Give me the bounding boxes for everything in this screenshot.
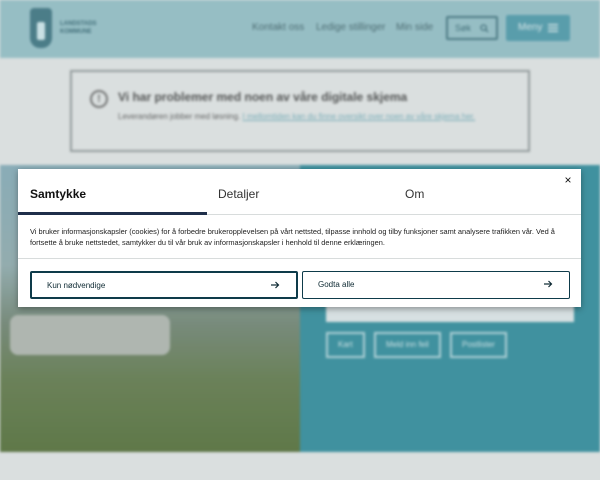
tab-about[interactable]: Om	[405, 187, 424, 201]
necessary-only-button[interactable]: Kun nødvendige	[30, 271, 298, 299]
consent-tabs: Samtykke Detaljer Om	[18, 169, 581, 215]
arrow-right-icon	[544, 280, 553, 288]
arrow-right-icon	[271, 281, 280, 289]
close-icon[interactable]: ×	[561, 173, 575, 187]
consent-description: Vi bruker informasjonskapsler (cookies) …	[30, 227, 555, 247]
divider	[18, 258, 581, 259]
tab-details[interactable]: Detaljer	[218, 187, 259, 201]
active-tab-indicator	[18, 212, 207, 215]
necessary-only-label: Kun nødvendige	[47, 281, 106, 290]
cookie-consent-dialog: Samtykke Detaljer Om × Vi bruker informa…	[18, 169, 581, 307]
tab-consent[interactable]: Samtykke	[30, 187, 86, 201]
accept-all-button[interactable]: Godta alle	[302, 271, 570, 299]
accept-all-label: Godta alle	[318, 280, 355, 289]
